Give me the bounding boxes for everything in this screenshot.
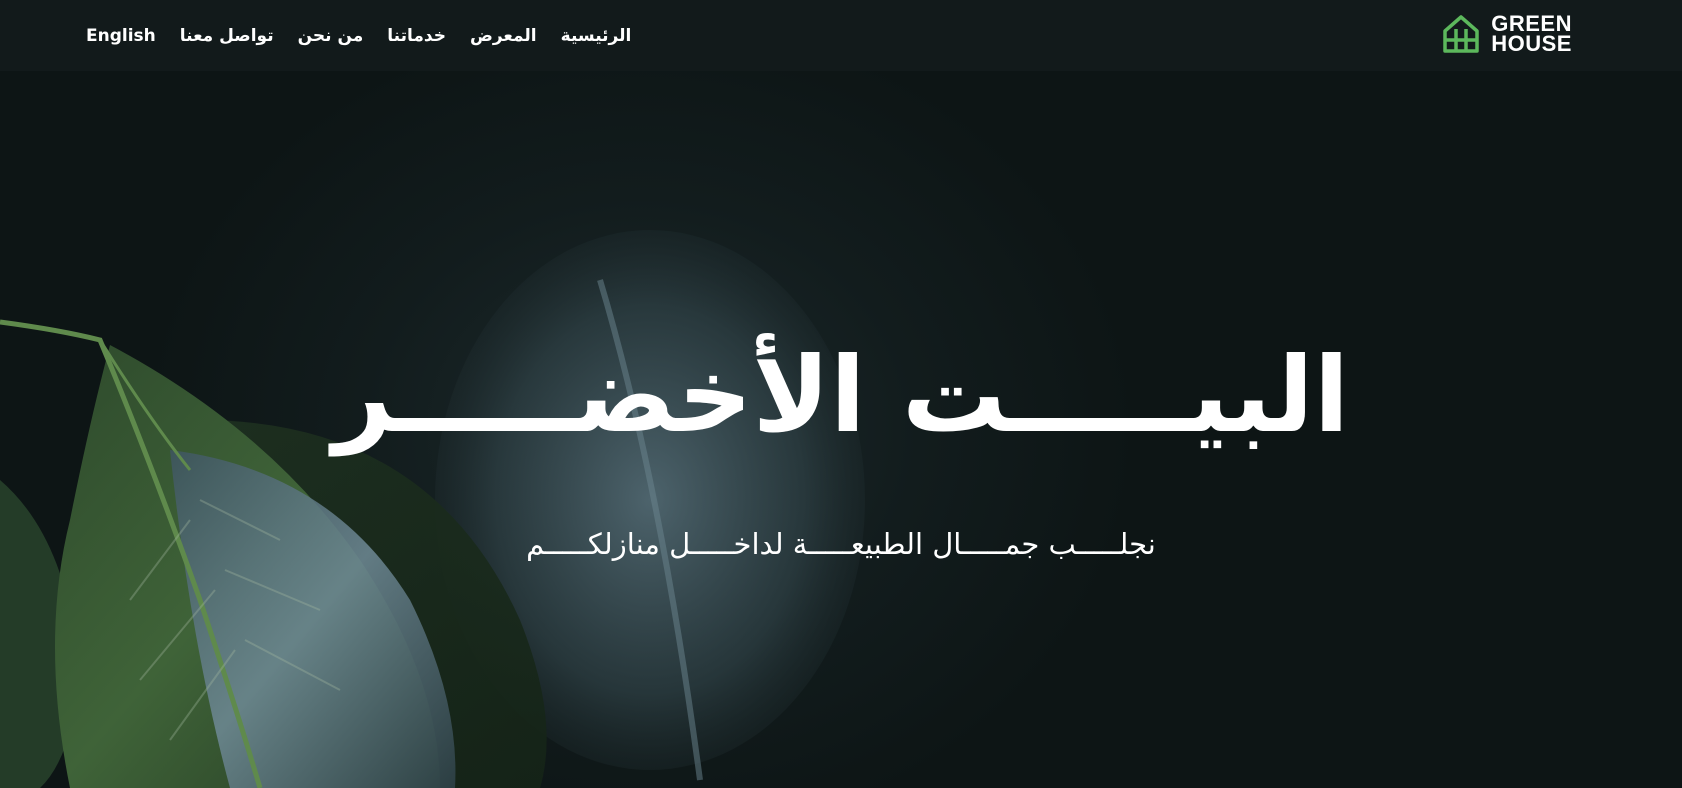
nav-menu: English تواصل معنا من نحن خدماتنا المعرض… [86, 0, 655, 71]
nav-item-contact[interactable]: تواصل معنا [180, 26, 274, 46]
logo-text: GREEN HOUSE [1491, 13, 1572, 56]
hero-subtitle: نجلـــــب جمـــــال الطبيعـــــة لداخـــ… [526, 527, 1156, 561]
nav-item-home[interactable]: الرئيسية [561, 26, 632, 46]
navbar: English تواصل معنا من نحن خدماتنا المعرض… [0, 0, 1682, 71]
language-toggle-link[interactable]: English [86, 26, 156, 46]
logo[interactable]: GREEN HOUSE [1441, 12, 1572, 56]
greenhouse-icon [1443, 15, 1479, 53]
page: English تواصل معنا من نحن خدماتنا المعرض… [0, 0, 1682, 788]
nav-item-gallery[interactable]: المعرض [470, 26, 537, 46]
nav-item-about[interactable]: من نحن [298, 26, 364, 46]
logo-line-2: HOUSE [1491, 31, 1572, 56]
nav-item-services[interactable]: خدماتنا [387, 26, 446, 46]
hero-title: البيـــــت الأخضـــــر [332, 334, 1350, 456]
